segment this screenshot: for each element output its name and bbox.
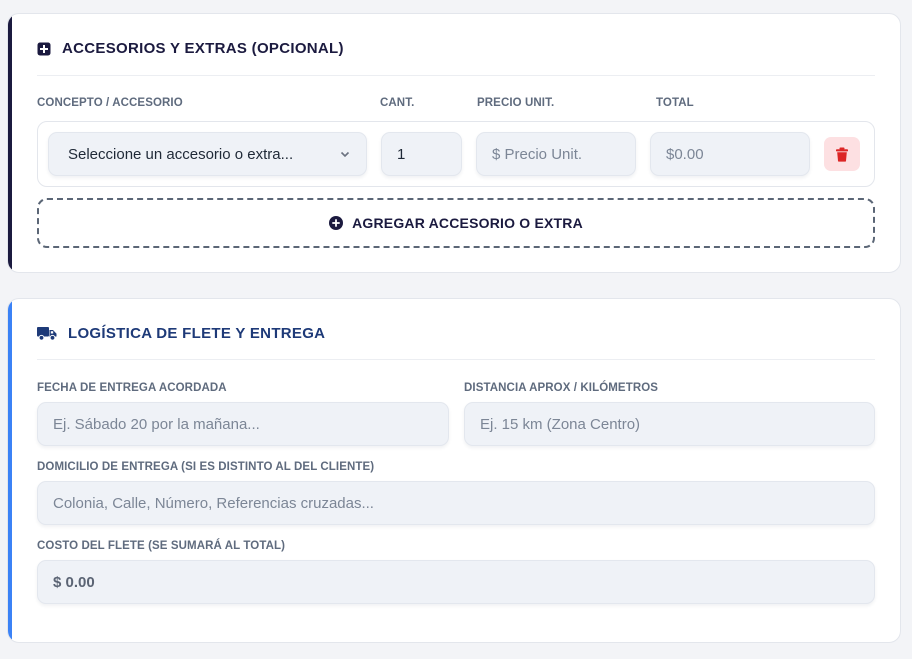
freight-cost-label: COSTO DEL FLETE (SE SUMARÁ AL TOTAL) bbox=[37, 540, 286, 552]
accessories-card: ACCESORIOS Y EXTRAS (OPCIONAL) CONCEPTO … bbox=[7, 13, 901, 273]
add-accessory-label: AGREGAR ACCESORIO O EXTRA bbox=[352, 215, 583, 231]
address-placeholder: Colonia, Calle, Número, Referencias cruz… bbox=[53, 494, 374, 512]
trash-icon bbox=[835, 147, 849, 162]
logistics-title: LOGÍSTICA DE FLETE Y ENTREGA bbox=[68, 325, 326, 342]
delete-row-button[interactable] bbox=[824, 137, 860, 171]
total-value: $0.00 bbox=[666, 145, 704, 163]
col-header-total: TOTAL bbox=[656, 97, 694, 109]
distance-label: DISTANCIA APROX / KILÓMETROS bbox=[464, 382, 659, 394]
col-header-concept: CONCEPTO / ACCESORIO bbox=[37, 97, 183, 109]
plus-circle-icon bbox=[329, 216, 344, 230]
accessory-select[interactable]: Seleccione un accesorio o extra... bbox=[48, 132, 367, 176]
logistics-card: LOGÍSTICA DE FLETE Y ENTREGA FECHA DE EN… bbox=[7, 298, 901, 643]
delivery-date-input[interactable]: Ej. Sábado 20 por la mañana... bbox=[37, 402, 449, 446]
distance-input[interactable]: Ej. 15 km (Zona Centro) bbox=[464, 402, 875, 446]
freight-cost-value: $ 0.00 bbox=[53, 573, 95, 591]
unit-price-placeholder: $ Precio Unit. bbox=[492, 145, 583, 163]
plus-square-icon bbox=[37, 42, 51, 56]
accessories-title: ACCESORIOS Y EXTRAS (OPCIONAL) bbox=[62, 40, 344, 57]
divider bbox=[37, 75, 875, 76]
divider bbox=[37, 359, 875, 360]
address-input[interactable]: Colonia, Calle, Número, Referencias cruz… bbox=[37, 481, 875, 525]
delivery-date-placeholder: Ej. Sábado 20 por la mañana... bbox=[53, 415, 260, 433]
add-accessory-button[interactable]: AGREGAR ACCESORIO O EXTRA bbox=[37, 198, 875, 248]
chevron-down-icon bbox=[339, 148, 351, 160]
quantity-value: 1 bbox=[397, 145, 406, 163]
truck-icon bbox=[37, 326, 57, 341]
col-header-unit-price: PRECIO UNIT. bbox=[477, 97, 555, 109]
delivery-date-label: FECHA DE ENTREGA ACORDADA bbox=[37, 382, 227, 394]
accessory-select-value: Seleccione un accesorio o extra... bbox=[68, 145, 294, 163]
address-label: DOMICILIO DE ENTREGA (SI ES DISTINTO AL … bbox=[37, 461, 375, 473]
total-field: $0.00 bbox=[650, 132, 810, 176]
quantity-input[interactable]: 1 bbox=[381, 132, 462, 176]
freight-cost-field: $ 0.00 bbox=[37, 560, 875, 604]
col-header-qty: CANT. bbox=[380, 97, 415, 109]
accessories-header: ACCESORIOS Y EXTRAS (OPCIONAL) bbox=[37, 40, 344, 57]
distance-placeholder: Ej. 15 km (Zona Centro) bbox=[480, 415, 641, 433]
logistics-header: LOGÍSTICA DE FLETE Y ENTREGA bbox=[37, 325, 325, 342]
unit-price-input[interactable]: $ Precio Unit. bbox=[476, 132, 636, 176]
